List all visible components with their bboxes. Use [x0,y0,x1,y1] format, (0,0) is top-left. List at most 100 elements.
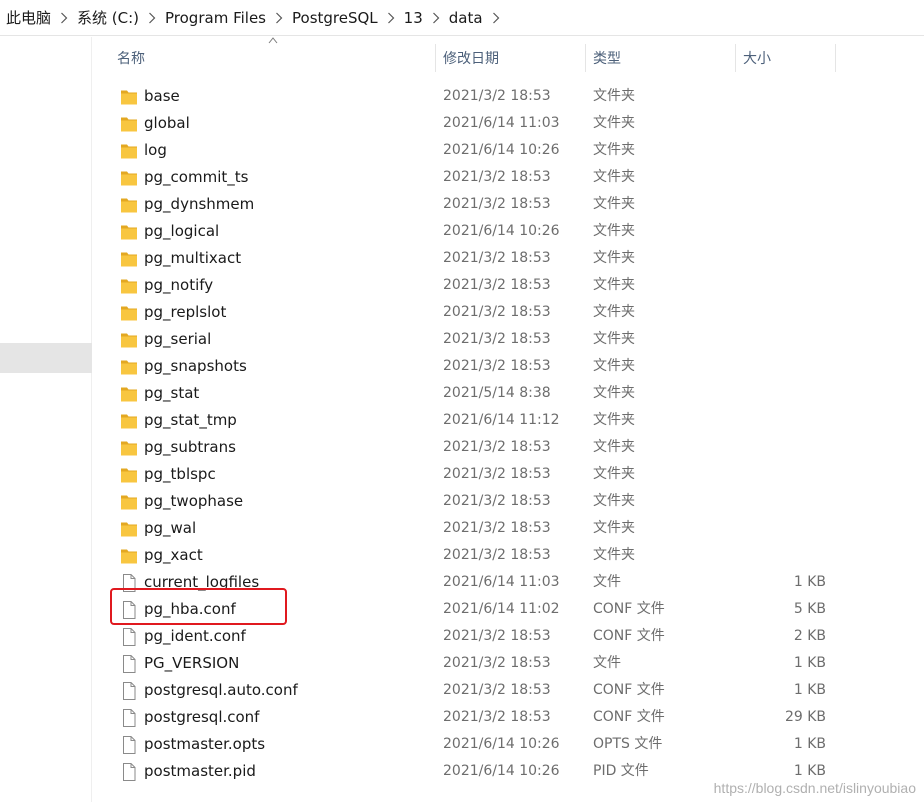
file-name: postmaster.opts [144,735,266,753]
file-row[interactable]: postgresql.conf 2021/3/2 18:53 CONF 文件 29 K… [108,704,924,731]
file-date: 2021/3/2 18:53 [443,88,551,104]
file-name: pg_tblspc [144,465,216,483]
file-name: pg_subtrans [144,438,236,456]
file-row[interactable]: pg_stat_tmp 2021/6/14 11:12 文件夹 [108,407,924,434]
chevron-right-icon[interactable] [378,8,404,28]
file-row[interactable]: pg_multixact 2021/3/2 18:53 文件夹 [108,245,924,272]
file-date: 2021/3/2 18:53 [443,493,551,509]
file-date: 2021/3/2 18:53 [443,358,551,374]
file-date: 2021/5/14 8:38 [443,385,551,401]
file-type: 文件夹 [593,385,635,401]
file-name: pg_xact [144,546,203,564]
nav-selected-item[interactable] [0,343,92,373]
file-date: 2021/6/14 11:03 [443,115,560,131]
column-divider[interactable] [835,44,836,72]
chevron-right-icon[interactable] [51,8,77,28]
file-row[interactable]: log 2021/6/14 10:26 文件夹 [108,137,924,164]
file-name: postgresql.conf [144,708,260,726]
chevron-right-icon[interactable] [266,8,292,28]
file-row[interactable]: pg_stat 2021/5/14 8:38 文件夹 [108,380,924,407]
column-header-type[interactable]: 类型 [593,40,621,75]
file-row[interactable]: pg_notify 2021/3/2 18:53 文件夹 [108,272,924,299]
file-row[interactable]: pg_replslot 2021/3/2 18:53 文件夹 [108,299,924,326]
file-row[interactable]: pg_logical 2021/6/14 10:26 文件夹 [108,218,924,245]
file-row[interactable]: pg_dynshmem 2021/3/2 18:53 文件夹 [108,191,924,218]
folder-icon [120,141,138,161]
folder-icon [120,384,138,404]
column-divider[interactable] [735,44,736,72]
file-row[interactable]: pg_xact 2021/3/2 18:53 文件夹 [108,542,924,569]
breadcrumb-item-system-c[interactable]: 系统 (C:) [77,7,139,28]
folder-icon [120,465,138,485]
file-date: 2021/6/14 11:12 [443,412,560,428]
file-name: pg_serial [144,330,212,348]
file-row[interactable]: postgresql.auto.conf 2021/3/2 18:53 CONF 文… [108,677,924,704]
file-icon [120,708,138,728]
file-type: 文件夹 [593,277,635,293]
file-row[interactable]: pg_wal 2021/3/2 18:53 文件夹 [108,515,924,542]
file-date: 2021/3/2 18:53 [443,304,551,320]
sort-ascending-icon[interactable] [268,36,278,44]
file-row[interactable]: pg_snapshots 2021/3/2 18:53 文件夹 [108,353,924,380]
folder-icon [120,438,138,458]
file-type: PID 文件 [593,763,649,779]
file-name: pg_wal [144,519,197,537]
file-row[interactable]: pg_ident.conf 2021/3/2 18:53 CONF 文件 2 KB [108,623,924,650]
folder-icon [120,222,138,242]
column-header-date[interactable]: 修改日期 [443,40,499,75]
file-name: pg_dynshmem [144,195,255,213]
chevron-right-icon[interactable] [423,8,449,28]
file-date: 2021/6/14 10:26 [443,142,560,158]
chevron-right-icon[interactable] [483,8,509,28]
file-row[interactable]: PG_VERSION 2021/3/2 18:53 文件 1 KB [108,650,924,677]
column-header-size[interactable]: 大小 [743,40,771,75]
file-row[interactable]: pg_subtrans 2021/3/2 18:53 文件夹 [108,434,924,461]
file-date: 2021/3/2 18:53 [443,250,551,266]
file-name: pg_snapshots [144,357,247,375]
file-date: 2021/3/2 18:53 [443,439,551,455]
file-row[interactable]: pg_twophase 2021/3/2 18:53 文件夹 [108,488,924,515]
file-date: 2021/3/2 18:53 [443,169,551,185]
file-row[interactable]: postmaster.opts 2021/6/14 10:26 OPTS 文件 1 K… [108,731,924,758]
folder-icon [120,411,138,431]
navigation-pane[interactable] [0,37,92,802]
file-date: 2021/3/2 18:53 [443,682,551,698]
breadcrumb-item-this-pc[interactable]: 此电脑 [6,7,51,28]
file-row[interactable]: base 2021/3/2 18:53 文件夹 [108,83,924,110]
file-name: pg_replslot [144,303,227,321]
file-row[interactable]: global 2021/6/14 11:03 文件夹 [108,110,924,137]
folder-icon [120,87,138,107]
column-header: 名称 修改日期 类型 大小 [108,37,924,75]
file-row[interactable]: pg_tblspc 2021/3/2 18:53 文件夹 [108,461,924,488]
file-date: 2021/3/2 18:53 [443,628,551,644]
file-icon [120,681,138,701]
folder-icon [120,357,138,377]
file-name: base [144,87,180,105]
breadcrumb-item-postgresql[interactable]: PostgreSQL [292,9,378,27]
file-icon [120,762,138,782]
file-type: 文件夹 [593,142,635,158]
file-type: 文件夹 [593,520,635,536]
file-size: 1 KB [793,736,826,752]
column-header-name[interactable]: 名称 [117,40,145,75]
file-type: 文件夹 [593,88,635,104]
file-type: 文件夹 [593,250,635,266]
column-divider[interactable] [435,44,436,72]
file-type: 文件 [593,574,621,590]
chevron-right-icon[interactable] [139,8,165,28]
file-date: 2021/6/14 10:26 [443,763,560,779]
breadcrumb-item-program-files[interactable]: Program Files [165,9,266,27]
file-row[interactable]: pg_commit_ts 2021/3/2 18:53 文件夹 [108,164,924,191]
file-type: CONF 文件 [593,709,665,725]
file-row[interactable]: pg_serial 2021/3/2 18:53 文件夹 [108,326,924,353]
folder-icon [120,276,138,296]
breadcrumb-item-data[interactable]: data [449,9,483,27]
file-date: 2021/3/2 18:53 [443,655,551,671]
file-type: 文件夹 [593,466,635,482]
file-list: base 2021/3/2 18:53 文件夹 global 2021/6/14 11:… [108,83,924,785]
breadcrumb-item-13[interactable]: 13 [404,9,423,27]
folder-icon [120,330,138,350]
column-divider[interactable] [585,44,586,72]
file-name: PG_VERSION [144,654,240,672]
file-date: 2021/6/14 10:26 [443,223,560,239]
